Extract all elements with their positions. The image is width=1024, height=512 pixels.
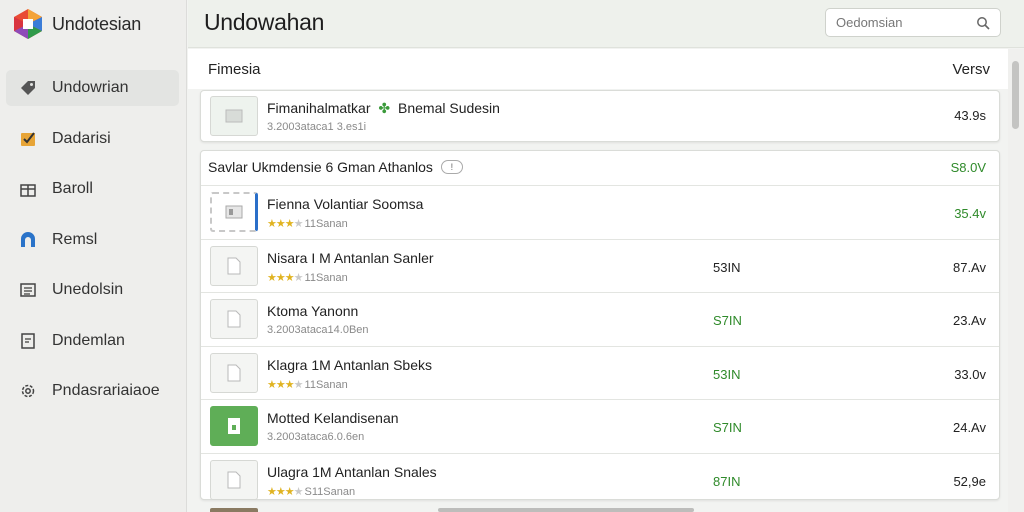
item-name: Nisara I M Antanlan Sanler [267, 249, 434, 266]
sidebar-item-pndasrariaiaoe[interactable]: Pndasrariaiaoe [6, 373, 179, 409]
sidebar: Undotesian Undowrian Dadarisi Baroll Rem… [0, 0, 187, 512]
gear-icon [18, 381, 38, 401]
list-header-version[interactable]: Versv [952, 61, 990, 78]
sidebar-item-unedolsin[interactable]: Unedolsin [6, 272, 179, 308]
item-thumbnail [210, 299, 258, 339]
list-header: Fimesia Versv [188, 49, 1008, 89]
item-meta-text: 3.2003ataca6.0.6en [267, 431, 365, 443]
item-size: S7IN [713, 313, 742, 328]
sidebar-item-dadarisi[interactable]: Dadarisi [6, 121, 179, 157]
section-value: S8.0V [950, 160, 986, 175]
document-icon [18, 331, 38, 351]
list-item[interactable]: Klagra 1M Antanlan Sbeks ★★★★ 11Sanan 53IN… [201, 347, 999, 400]
rating-stars: ★★★★ [267, 271, 303, 284]
featured-name: Fimanihalmatkar ✤ Bnemal Sudesin [267, 100, 500, 117]
item-name: Klagra 1M Antanlan Sbeks [267, 356, 432, 373]
leaf-icon: ✤ [378, 100, 391, 116]
item-meta: ★★★★ 11Sanan [267, 217, 348, 230]
item-thumbnail [210, 245, 258, 286]
sidebar-nav: Undowrian Dadarisi Baroll Remsl Unedolsi… [0, 70, 187, 424]
search-input[interactable]: Oedomsian [825, 8, 1001, 37]
list-icon [18, 280, 38, 300]
featured-meta: 3.2003ataca1 3.es1i [267, 121, 367, 133]
info-icon[interactable]: ! [440, 160, 463, 174]
rating-stars: ★★★★ [267, 485, 303, 498]
list-header-title: Fimesia [208, 60, 261, 78]
item-meta: 3.2003ataca14.0Ben [267, 324, 369, 336]
item-name: Motted Kelandisenan [267, 410, 399, 426]
rating-stars: ★★★★ [267, 218, 303, 230]
item-version: 35.4v [954, 206, 986, 221]
app-icon [18, 230, 38, 250]
search-placeholder: Oedomsian [836, 15, 903, 30]
item-version: 23.Av [952, 313, 986, 328]
featured-suffix: Bnemal Sudesin [398, 100, 500, 116]
item-thumbnail [210, 459, 258, 500]
sidebar-item-label: Baroll [52, 180, 93, 197]
item-name: Fienna Volantiar Soomsa [267, 196, 424, 212]
search-icon[interactable] [976, 16, 990, 30]
item-name: Ulagra 1M Antanlan Snales [267, 463, 437, 480]
rating-stars: ★★★★ [267, 378, 303, 391]
item-meta-text: 3.2003ataca14.0Ben [267, 324, 369, 336]
item-size: 53IN [713, 259, 741, 275]
item-meta: ★★★★ 11Sanan [267, 378, 348, 391]
list-item[interactable]: Motted Kelandisenan 3.2003ataca6.0.6en S7I… [201, 400, 999, 454]
sidebar-item-baroll[interactable]: Baroll [6, 171, 179, 207]
sidebar-item-label: Unedolsin [52, 281, 124, 298]
gift-icon [18, 179, 38, 199]
item-version: 87.Av [952, 259, 986, 275]
item-size: 53IN [713, 366, 741, 382]
sidebar-item-label: Dndemlan [52, 331, 125, 349]
featured-name-text: Fimanihalmatkar [267, 100, 371, 116]
list-item[interactable]: Fienna Volantiar Soomsa ★★★★ 11Sanan 35.4v [201, 186, 999, 240]
sidebar-item-label: Remsl [52, 230, 98, 248]
item-meta: ★★★★ S11Sanan [267, 485, 355, 498]
main-content: Fimesia Versv Fimanihalmatkar ✤ Bnemal S… [188, 49, 1008, 512]
item-version: 33.0v [954, 366, 986, 382]
item-meta-text: 11Sanan [304, 378, 348, 391]
list-item[interactable]: Nisara I M Antanlan Sanler ★★★★ 11Sanan 53… [201, 240, 999, 293]
top-header: Undowahan Oedomsian [188, 0, 1024, 48]
vertical-scrollbar[interactable] [1008, 49, 1024, 512]
featured-card[interactable]: Fimanihalmatkar ✤ Bnemal Sudesin 3.2003a… [200, 90, 1000, 142]
sidebar-item-label: Pndasrariaiaoe [52, 382, 160, 399]
app-logo-icon [14, 9, 42, 39]
item-thumbnail [210, 406, 258, 446]
item-meta-text: 11Sanan [304, 271, 348, 284]
item-size: 87IN [713, 473, 741, 489]
item-thumbnail [210, 192, 258, 232]
horizontal-scrollbar-thumb[interactable] [438, 508, 694, 512]
section-card: Savlar Ukmdensie 6 Gman Athanlos ! S8.0V… [200, 150, 1000, 500]
page-title: Undowahan [204, 9, 325, 35]
featured-value: 43.9s [954, 108, 986, 123]
scrollbar-thumb[interactable] [1012, 61, 1019, 129]
sidebar-item-remsl[interactable]: Remsl [6, 222, 179, 258]
checkbox-icon [18, 129, 38, 149]
item-meta: ★★★★ 11Sanan [267, 271, 348, 284]
section-title-text: Savlar Ukmdensie 6 Gman Athanlos [208, 159, 433, 175]
list-item[interactable]: Ulagra 1M Antanlan Snales ★★★★ S11Sanan 87… [201, 454, 999, 508]
item-version: 24.Av [952, 420, 986, 435]
sidebar-item-undowrian[interactable]: Undowrian [6, 70, 179, 106]
section-title: Savlar Ukmdensie 6 Gman Athanlos ! [208, 159, 463, 175]
featured-thumbnail [210, 96, 258, 136]
item-thumbnail [210, 352, 258, 393]
brand[interactable]: Undotesian [12, 8, 141, 40]
tag-icon [18, 78, 38, 98]
app-name: Undotesian [52, 13, 142, 34]
item-size: S7IN [713, 420, 742, 435]
item-name: Ktoma Yanonn [267, 303, 359, 319]
sidebar-item-label: Undowrian [52, 79, 129, 96]
sidebar-item-label: Dadarisi [52, 129, 111, 147]
list-item[interactable]: Ktoma Yanonn 3.2003ataca14.0Ben S7IN 23.Av [201, 293, 999, 347]
next-item-peek [210, 508, 258, 512]
item-meta-text: S11Sanan [304, 485, 356, 498]
item-meta-text: 11Sanan [304, 218, 348, 230]
item-meta: 3.2003ataca6.0.6en [267, 431, 364, 443]
sidebar-item-dndemlan[interactable]: Dndemlan [6, 323, 179, 359]
item-version: 52,9e [953, 473, 986, 489]
